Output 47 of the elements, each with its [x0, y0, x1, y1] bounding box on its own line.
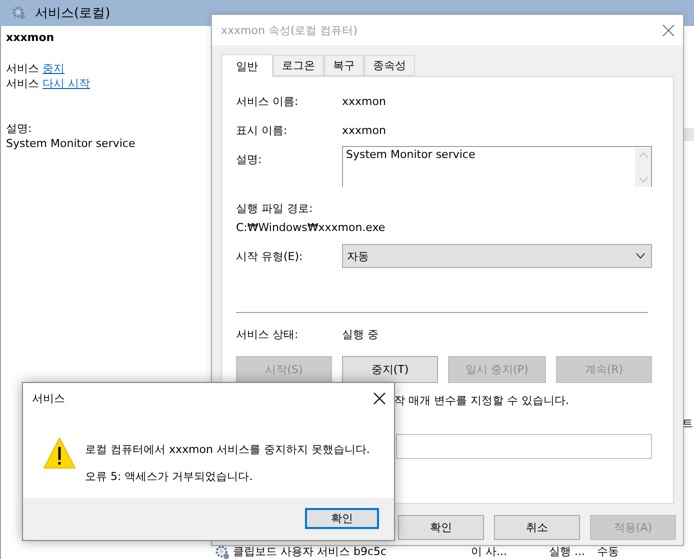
service-name: xxxmon [6, 31, 56, 44]
chevron-down-icon[interactable] [636, 253, 645, 259]
error-message: 로컬 컴퓨터에서 xxxmon 서비스를 중지하지 못했습니다. [85, 442, 370, 457]
close-icon[interactable] [373, 392, 386, 404]
ok-button[interactable]: 확인 [305, 508, 379, 529]
dialog-button[interactable]: 취소 [494, 515, 580, 540]
tab[interactable]: 복구 [324, 55, 364, 76]
status-value: 실행 중 [342, 326, 378, 342]
warning-icon [43, 437, 76, 469]
field-label: 서비스 상태: [236, 326, 300, 342]
field-value: xxxmon [342, 94, 386, 108]
list-cell: 트 [682, 416, 694, 431]
gear-icon [215, 544, 230, 559]
tab[interactable]: 로그온 [273, 55, 324, 76]
field-value: xxxmon [342, 124, 386, 136]
action-link[interactable]: 다시 시작 [42, 77, 90, 90]
error-message: 오류 5: 액세스가 거부되었습니다. [85, 469, 254, 484]
list-cell-text: 실행 ... [549, 546, 586, 558]
dialog-button[interactable]: 확인 [398, 515, 484, 540]
dialog-title: 서비스 [32, 390, 65, 406]
field-label: 시작 유형(E): [236, 248, 304, 264]
control-button[interactable]: 중지(T) [342, 356, 438, 383]
field-label: 서비스 이름: [236, 94, 300, 108]
path-text: C:₩Windows₩xxxmon.exe [236, 220, 386, 235]
action-label: 서비스 [6, 62, 39, 75]
startup-type-dropdown[interactable]: 자동 [342, 244, 652, 268]
description-text: System Monitor service [6, 136, 136, 151]
window-title: xxxmon 속성(로컬 컴퓨터) [221, 22, 358, 38]
pane-title: 서비스(로컬) [35, 5, 110, 22]
tab[interactable]: 종속성 [364, 55, 415, 76]
action-link[interactable]: 중지 [42, 62, 64, 75]
start-parameters-field[interactable] [396, 434, 652, 459]
scroll-up-icon[interactable] [638, 152, 648, 158]
tab[interactable]: 일반 [221, 54, 273, 77]
list-cell-text: 수동 [597, 546, 620, 558]
field-label: 설명: [236, 152, 263, 167]
field-label: 표시 이름: [236, 122, 288, 138]
hint-text: 작 매개 변수를 지정할 수 있습니다. [394, 393, 569, 408]
description-field[interactable]: System Monitor service [342, 146, 652, 187]
action-label: 서비스 [6, 77, 39, 90]
list-cell-text: 이 사... [471, 546, 508, 558]
service-cell-text: 클립보드 사용자 서비스 b9c5c [232, 546, 388, 558]
field-label: 실행 파일 경로: [236, 201, 314, 216]
scrollbar[interactable] [635, 148, 651, 187]
description-label: 설명: [6, 121, 33, 136]
gear-icon [12, 6, 26, 20]
scroll-down-icon[interactable] [638, 177, 648, 183]
